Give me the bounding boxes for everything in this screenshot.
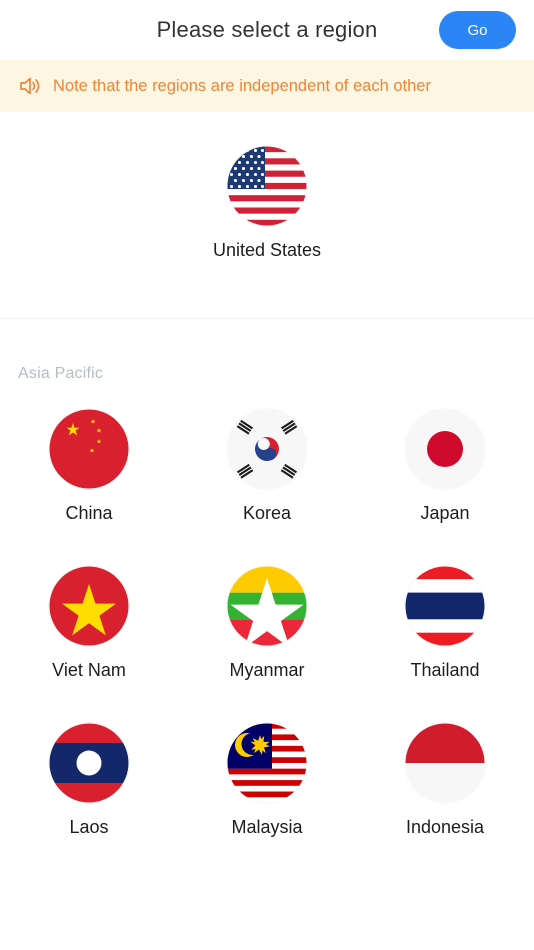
asia-pacific-section: Asia Pacific China Korea Japan Viet Nam … [0,319,534,838]
region-item-viet-nam[interactable]: Viet Nam [0,566,178,681]
region-item-malaysia[interactable]: Malaysia [178,723,356,838]
region-item-thailand[interactable]: Thailand [356,566,534,681]
page-header: Please select a region Go [0,0,534,60]
flag-row: China Korea Japan [0,409,534,524]
region-label: Thailand [410,660,480,680]
flag-cn-icon [49,409,129,489]
region-item-korea[interactable]: Korea [178,409,356,524]
section-title-asia-pacific: Asia Pacific [18,365,104,382]
region-item-laos[interactable]: Laos [0,723,178,838]
flag-us-icon [227,146,307,226]
region-label: Malaysia [231,817,303,837]
region-label: Japan [420,503,470,523]
flag-row: United States [0,146,534,261]
speaker-icon [18,75,42,97]
notice-text: Note that the regions are independent of… [53,76,431,95]
global-region-section: United States [0,112,534,319]
region-label: Viet Nam [52,660,126,680]
flag-la-icon [49,723,129,803]
notice-banner: Note that the regions are independent of… [0,60,534,112]
region-label: Laos [69,817,109,837]
region-label: Korea [242,503,292,523]
page-title: Please select a region [156,17,378,42]
region-item-japan[interactable]: Japan [356,409,534,524]
region-label: Myanmar [229,660,305,680]
region-item-united-states[interactable]: United States [0,146,534,261]
flag-jp-icon [405,409,485,489]
region-item-indonesia[interactable]: Indonesia [356,723,534,838]
region-item-china[interactable]: China [0,409,178,524]
go-button[interactable]: Go [439,11,516,49]
region-label: Indonesia [405,817,485,837]
flag-kr-icon [227,409,307,489]
flag-my-icon [227,723,307,803]
flag-vn-icon [49,566,129,646]
flag-mm-icon [227,566,307,646]
region-label: United States [212,240,322,260]
region-item-myanmar[interactable]: Myanmar [178,566,356,681]
flag-id-icon [405,723,485,803]
flag-th-icon [405,566,485,646]
region-label: China [65,503,113,523]
flag-row: Laos Malaysia Indonesia [0,723,534,838]
flag-row: Viet Nam Myanmar Thailand [0,566,534,681]
